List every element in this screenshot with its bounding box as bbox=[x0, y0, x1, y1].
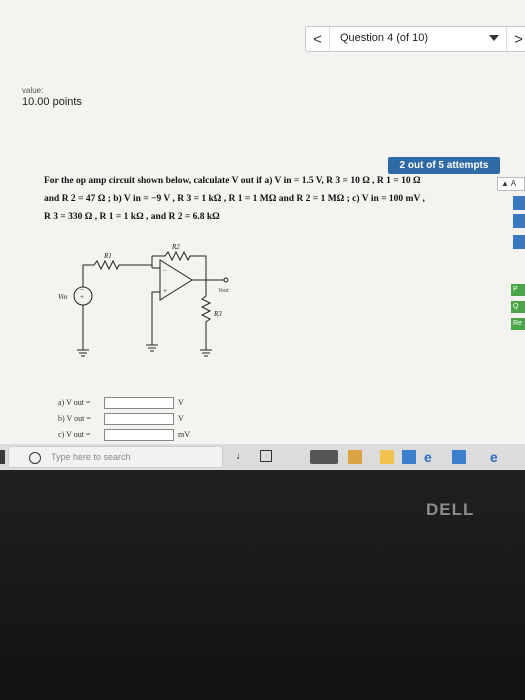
start-button[interactable] bbox=[0, 450, 5, 464]
answer-a-input[interactable] bbox=[104, 397, 174, 409]
answer-a-label: a) V out = bbox=[58, 398, 91, 407]
windows-taskbar: Type here to search ♩ e e bbox=[0, 444, 525, 470]
media-icon[interactable] bbox=[452, 450, 466, 464]
microphone-icon[interactable]: ♩ bbox=[236, 450, 250, 464]
task-view-icon[interactable] bbox=[260, 450, 272, 462]
internet-explorer-icon[interactable]: e bbox=[490, 450, 506, 464]
svg-text:−: − bbox=[163, 267, 167, 275]
file-explorer-icon[interactable] bbox=[380, 450, 394, 464]
app-icon[interactable] bbox=[310, 450, 338, 464]
store-icon[interactable] bbox=[348, 450, 362, 464]
svg-text:+: + bbox=[80, 293, 84, 301]
cortana-icon bbox=[29, 452, 41, 464]
svg-text:+: + bbox=[163, 287, 167, 295]
mail-icon[interactable] bbox=[402, 450, 416, 464]
answer-b-unit: V bbox=[178, 414, 184, 423]
r3-label: R3 bbox=[213, 310, 222, 318]
answer-c-input[interactable] bbox=[104, 429, 174, 441]
svg-text:−: − bbox=[80, 286, 84, 294]
taskbar-search-box[interactable]: Type here to search bbox=[8, 446, 223, 468]
answer-c-unit: mV bbox=[178, 430, 190, 439]
answer-a-unit: V bbox=[178, 398, 184, 407]
vout-label: Vout bbox=[218, 288, 229, 294]
search-placeholder: Type here to search bbox=[51, 452, 131, 462]
vin-label: Vin bbox=[58, 293, 68, 301]
r2-label: R2 bbox=[171, 243, 180, 251]
edge-browser-icon[interactable]: e bbox=[424, 450, 440, 464]
screen: < Question 4 (of 10) > value: 10.00 poin… bbox=[0, 0, 525, 470]
r1-label: R1 bbox=[103, 252, 112, 260]
dell-logo: DELL bbox=[426, 500, 475, 519]
answer-b-input[interactable] bbox=[104, 413, 174, 425]
answer-c-label: c) V out = bbox=[58, 430, 91, 439]
answer-b-label: b) V out = bbox=[58, 414, 91, 423]
